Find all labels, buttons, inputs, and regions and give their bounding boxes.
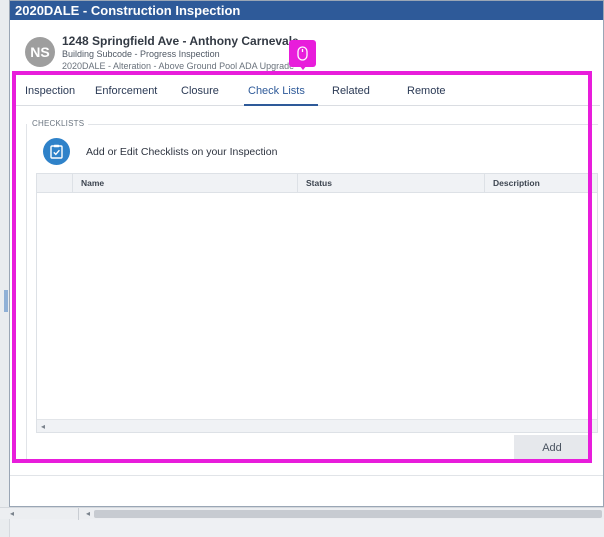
grid-horizontal-scrollbar[interactable]: ◂ <box>37 419 597 432</box>
grid-header: Name Status Description <box>37 174 597 193</box>
active-tab-indicator <box>244 104 318 106</box>
scroll-left-icon[interactable]: ◂ <box>86 508 90 520</box>
grid-select-column <box>37 174 72 193</box>
section-label: CHECKLISTS <box>32 119 89 128</box>
tab-check-lists[interactable]: Check Lists <box>248 85 305 97</box>
tab-enforcement[interactable]: Enforcement <box>95 85 157 97</box>
scroll-left-icon[interactable]: ◂ <box>10 508 14 520</box>
mouse-icon <box>289 40 316 70</box>
section-border <box>26 124 27 460</box>
column-header-name[interactable]: Name <box>72 174 297 193</box>
scrollbar-divider <box>78 508 79 520</box>
record-subtitle: Building Subcode - Progress Inspection <box>62 49 220 59</box>
tab-remote[interactable]: Remote <box>407 85 446 97</box>
screen: 2020DALE - Construction Inspection NS 12… <box>0 0 604 537</box>
scrollbar-thumb[interactable] <box>94 510 602 518</box>
window-footer-divider <box>10 475 603 476</box>
inspection-dialog: 2020DALE - Construction Inspection NS 12… <box>9 0 604 507</box>
section-divider <box>78 124 598 125</box>
tab-inspection[interactable]: Inspection <box>25 85 75 97</box>
clipboard-check-icon <box>43 138 70 165</box>
tab-bar: Inspection Enforcement Closure Check Lis… <box>16 80 600 106</box>
background-selection-marker <box>4 290 8 312</box>
column-header-description[interactable]: Description <box>484 174 599 193</box>
tab-related[interactable]: Related <box>332 85 370 97</box>
scroll-left-icon[interactable]: ◂ <box>41 420 45 433</box>
window-horizontal-scrollbar[interactable]: ◂ ◂ <box>0 507 604 520</box>
window-title: 2020DALE - Construction Inspection <box>10 1 603 20</box>
checklists-grid: Name Status Description ◂ <box>36 173 598 433</box>
record-detail: 2020DALE - Alteration - Above Ground Poo… <box>62 61 294 71</box>
avatar: NS <box>25 37 55 67</box>
tab-closure[interactable]: Closure <box>181 85 219 97</box>
checklists-section: CHECKLISTS Add or Edit Checklists on you… <box>18 119 598 462</box>
record-title: 1248 Springfield Ave - Anthony Carnevale <box>62 34 299 48</box>
add-checklist-button[interactable]: Add <box>514 435 590 462</box>
checklists-caption: Add or Edit Checklists on your Inspectio… <box>86 146 278 158</box>
column-header-status[interactable]: Status <box>297 174 484 193</box>
